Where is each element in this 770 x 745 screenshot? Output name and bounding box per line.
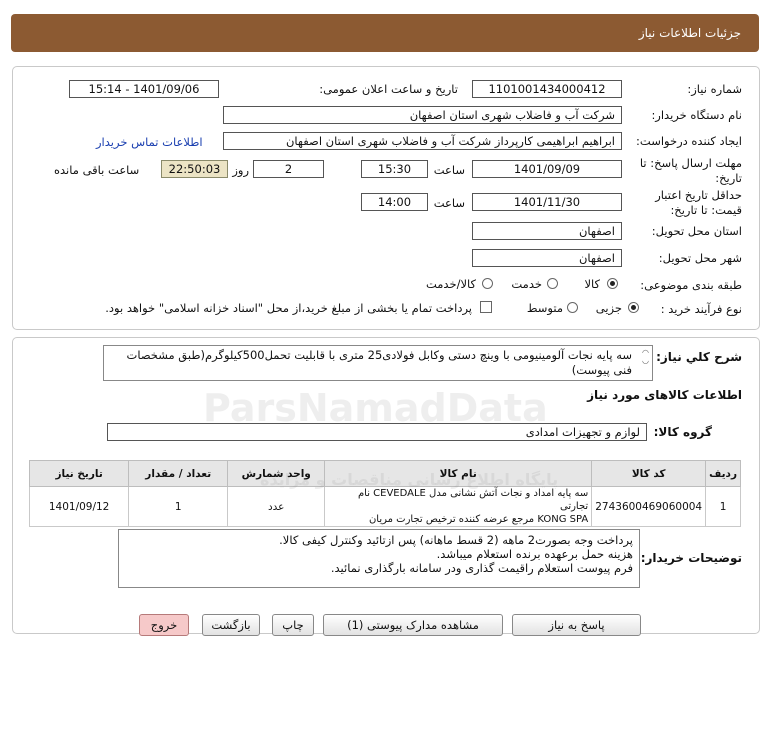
category-label: طبقه بندی موضوعی:: [640, 278, 742, 292]
need-number-label: شماره نیاز:: [687, 82, 742, 96]
cell-name-line-2: KONG SPA مرجع عرضه کننده ترخیص تجارت مری…: [368, 514, 589, 525]
announce-field: 1401/09/06 - 15:14: [69, 80, 219, 98]
process-option-medium: متوسط: [526, 301, 563, 315]
province-label: استان محل تحویل:: [651, 224, 742, 238]
col-name: نام کالا: [324, 460, 593, 487]
goods-group-label: گروه کالا:: [653, 425, 712, 439]
treasury-payment-checkbox[interactable]: [480, 301, 492, 313]
buyer-notes-box: پرداخت وجه بصورت2 ماهه (2 قسط ماهانه) پس…: [118, 529, 640, 588]
print-button[interactable]: چاپ: [272, 614, 314, 636]
category-option-goods-service: کالا/خدمت: [425, 277, 476, 291]
process-label: نوع فرآیند خرید :: [660, 302, 742, 316]
category-radio-goods[interactable]: [607, 278, 618, 289]
creator-field: ابراهیم ابراهیمی کارپرداز شرکت آب و فاضل…: [223, 132, 622, 150]
creator-label: ایجاد کننده درخواست:: [636, 134, 742, 148]
goods-table-header: ردیف کد کالا نام کالا واحد شمارش تعداد /…: [28, 460, 741, 487]
summary-box: سه پایه نجات آلومینیومی با وینچ دستی وکا…: [103, 345, 653, 381]
need-number-field: 1101001434000412: [472, 80, 622, 98]
buyer-contact-link[interactable]: اطلاعات تماس خریدار: [96, 135, 203, 149]
payment-note: پرداخت تمام یا بخشی از مبلغ خرید،از محل …: [105, 301, 472, 315]
validity-label-1: حداقل تاریخ اعتبار: [655, 188, 742, 202]
view-attachments-button[interactable]: مشاهده مدارک پیوستی (1): [323, 614, 503, 636]
remaining-time-field: 22:50:03: [161, 160, 228, 178]
col-date: تاریخ نیاز: [28, 460, 130, 487]
cell-row: 1: [705, 486, 741, 527]
category-radio-goods-service[interactable]: [482, 278, 493, 289]
process-radio-medium[interactable]: [567, 302, 578, 313]
resize-grip-icon: ◠ ◡: [642, 348, 649, 365]
deadline-date-field: 1401/09/09: [472, 160, 622, 178]
cell-name: سه پایه امداد و نجات آتش نشانی مدل CEVED…: [324, 486, 593, 527]
goods-section-title: اطلاعات کالاهای مورد نیاز: [587, 388, 742, 402]
validity-time-label: ساعت: [433, 196, 465, 210]
process-radio-minor[interactable]: [628, 302, 639, 313]
col-qty: تعداد / مقدار: [128, 460, 229, 487]
col-unit: واحد شمارش: [227, 460, 326, 487]
validity-date-field: 1401/11/30: [472, 193, 622, 211]
validity-time-field: 14:00: [361, 193, 428, 211]
category-option-service: خدمت: [511, 277, 542, 291]
cell-code: 2743600469060004: [591, 486, 707, 527]
goods-table: ردیف کد کالا نام کالا واحد شمارش تعداد /…: [28, 460, 741, 527]
page-title: جزئیات اطلاعات نیاز: [638, 26, 741, 40]
city-field: اصفهان: [472, 249, 622, 267]
deadline-label-1: مهلت ارسال پاسخ: تا: [639, 156, 742, 170]
buyer-label: نام دستگاه خریدار:: [651, 108, 742, 122]
deadline-time-field: 15:30: [361, 160, 428, 178]
notes-line-1: پرداخت وجه بصورت2 ماهه (2 قسط ماهانه) پس…: [279, 533, 633, 547]
exit-button[interactable]: خروج: [139, 614, 189, 636]
buyer-notes-label: توضیحات خریدار:: [640, 551, 742, 565]
col-code: کد کالا: [591, 460, 707, 487]
city-label: شهر محل تحویل:: [658, 251, 742, 265]
deadline-label-2: تاریخ:: [715, 171, 742, 185]
cell-unit: عدد: [227, 486, 326, 527]
summary-label: شرح کلي نياز:: [656, 350, 742, 364]
goods-group-field: لوازم و تجهیزات امدادی: [107, 423, 647, 441]
cell-qty: 1: [128, 486, 229, 527]
reply-button[interactable]: پاسخ به نیاز: [512, 614, 641, 636]
back-button[interactable]: بازگشت: [202, 614, 260, 636]
col-row: ردیف: [705, 460, 741, 487]
category-option-goods: کالا: [584, 277, 600, 291]
remaining-label: ساعت باقی مانده: [54, 163, 140, 177]
validity-label-2: قیمت: تا تاریخ:: [670, 203, 742, 217]
deadline-time-label: ساعت: [433, 163, 465, 177]
page-header: جزئیات اطلاعات نیاز: [11, 14, 759, 52]
announce-label: تاریخ و ساعت اعلان عمومی:: [319, 82, 458, 96]
province-field: اصفهان: [472, 222, 622, 240]
days-field: 2: [253, 160, 324, 178]
table-row: 1 2743600469060004 سه پایه امداد و نجات …: [28, 486, 741, 527]
notes-line-3: فرم پیوست استعلام راقیمت گذاری ودر سامان…: [330, 561, 633, 575]
notes-line-2: هزینه حمل برعهده برنده استعلام میباشد.: [436, 547, 633, 561]
cell-name-line-1: سه پایه امداد و نجات آتش نشانی مدل CEVED…: [357, 488, 589, 512]
category-radio-service[interactable]: [547, 278, 558, 289]
summary-text: سه پایه نجات آلومینیومی با وینچ دستی وکا…: [126, 348, 633, 377]
buyer-field: شرکت آب و فاضلاب شهری استان اصفهان: [223, 106, 622, 124]
process-option-minor: جزیی: [595, 301, 622, 315]
cell-date: 1401/09/12: [28, 486, 130, 527]
